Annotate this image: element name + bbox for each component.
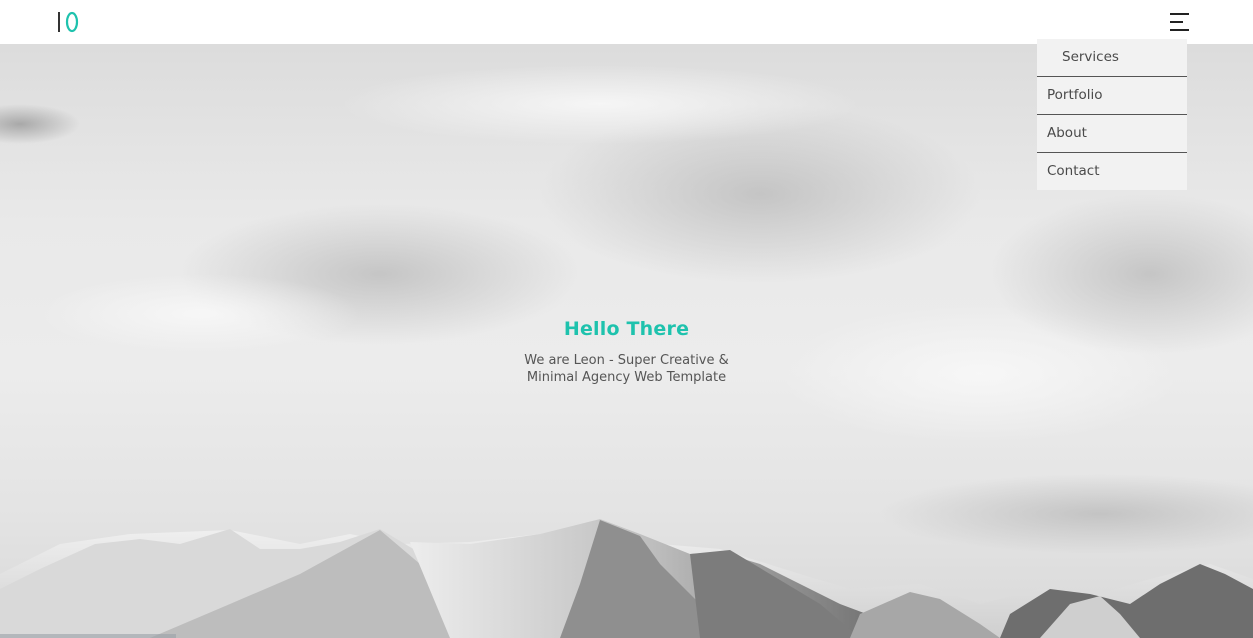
nav-item-contact[interactable]: Contact: [1037, 153, 1187, 190]
page: Hello There We are Leon - Super Creative…: [0, 0, 1253, 638]
nav-item-about[interactable]: About: [1037, 115, 1187, 153]
logo-link[interactable]: [57, 10, 81, 34]
nav-dropdown-menu: Services Portfolio About Contact: [1037, 39, 1187, 190]
menu-toggle-button[interactable]: [1168, 11, 1192, 33]
nav-item-portfolio[interactable]: Portfolio: [1037, 77, 1187, 115]
hero-subtitle: We are Leon - Super Creative & Minimal A…: [524, 353, 729, 385]
hero-title: Hello There: [563, 318, 690, 340]
leon-logo-icon: [58, 11, 79, 33]
hamburger-menu-icon: [1170, 13, 1189, 31]
nav-item-services[interactable]: Services: [1037, 39, 1187, 77]
horizontal-scrollbar[interactable]: [0, 634, 176, 638]
hero-content: Hello There We are Leon - Super Creative…: [0, 318, 1253, 386]
site-header: [0, 0, 1253, 44]
